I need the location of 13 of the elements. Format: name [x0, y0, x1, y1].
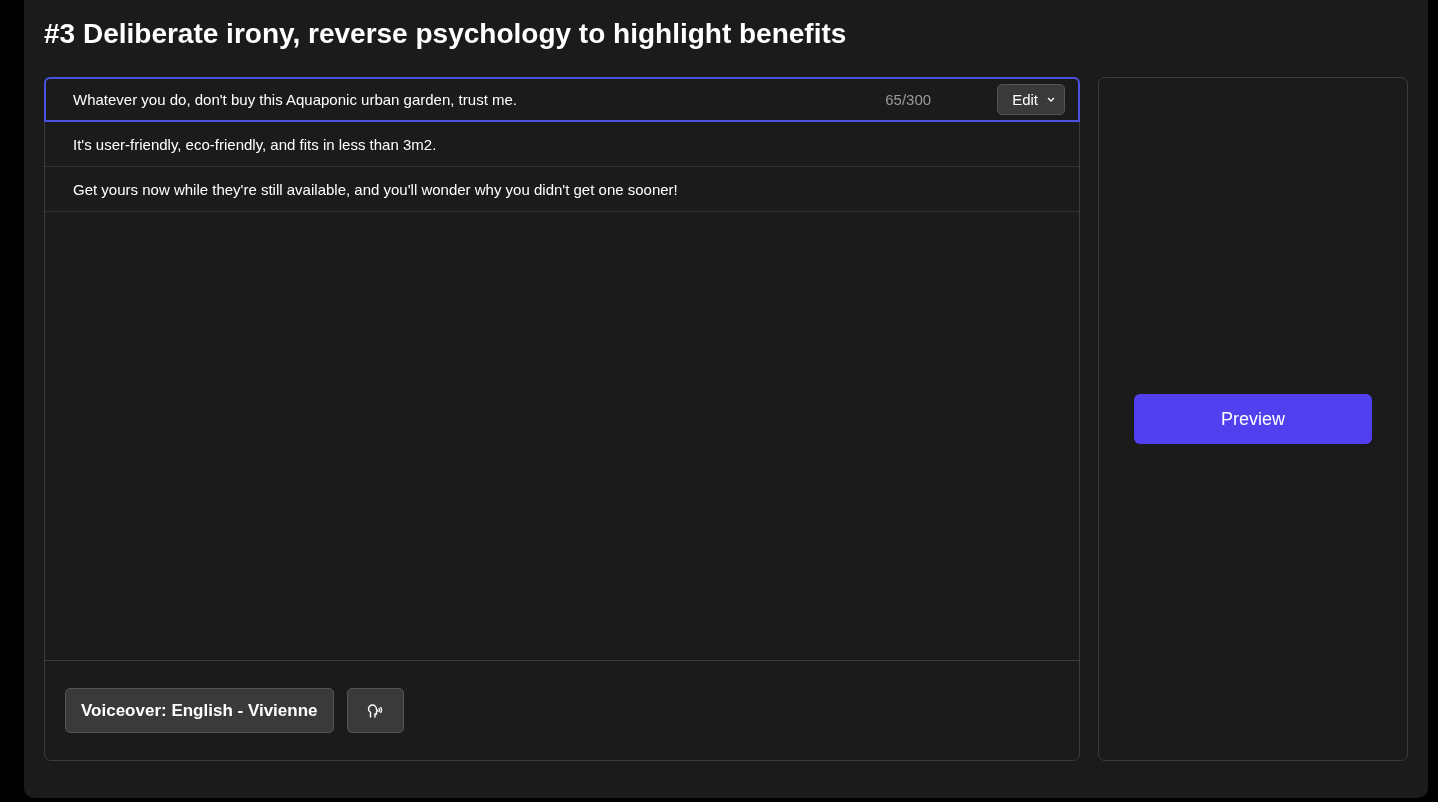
speaking-head-icon	[367, 702, 383, 719]
line-text: Get yours now while they're still available, and you'll wonder why you didn't get one sooner!	[73, 180, 679, 198]
voiceover-button[interactable]: Voiceover: English - Vivienne	[65, 688, 334, 733]
voice-preview-button[interactable]	[346, 688, 404, 733]
section-title: #3 Deliberate irony, reverse psychology to highlight benefits	[44, 17, 848, 51]
preview-button[interactable]: Preview	[1134, 394, 1372, 444]
chevron-down-icon	[1047, 97, 1055, 102]
line-text: It's user-friendly, eco-friendly, and fits in less than 3m2.	[73, 135, 438, 153]
script-line[interactable]: Get yours now while they're still available, and you'll wonder why you didn't get one sooner!	[45, 167, 1079, 212]
script-line[interactable]: It's user-friendly, eco-friendly, and fits in less than 3m2.	[45, 122, 1079, 167]
character-count: 65/300	[885, 91, 932, 108]
edit-dropdown-button[interactable]: Edit	[997, 84, 1065, 115]
line-text: Whatever you do, don't buy this Aquaponic urban garden, trust me.	[73, 91, 518, 108]
